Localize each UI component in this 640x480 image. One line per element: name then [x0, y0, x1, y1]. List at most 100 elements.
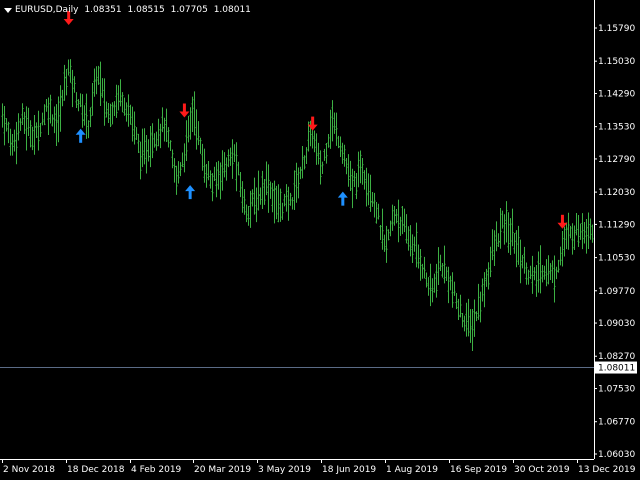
- time-tick-label: 2 Nov 2018: [3, 465, 55, 475]
- price-bar: [383, 234, 386, 252]
- price-bar: [341, 142, 344, 164]
- price-bar: [253, 177, 256, 215]
- price-bar: [191, 96, 194, 133]
- price-bar: [551, 260, 554, 283]
- price-bar: [301, 146, 304, 179]
- price-bar: [49, 94, 52, 124]
- price-bar: [61, 89, 64, 107]
- price-bar: [231, 139, 234, 179]
- price-bar: [549, 263, 552, 281]
- price-bar: [111, 102, 114, 125]
- price-bar: [167, 127, 170, 148]
- price-bar: [421, 263, 424, 279]
- price-tick-label: 1.06030: [598, 450, 635, 460]
- price-bar: [501, 210, 504, 229]
- price-bar: [447, 266, 450, 304]
- price-bar: [259, 187, 262, 205]
- price-bar: [353, 170, 356, 188]
- price-tick-label: 1.10530: [598, 254, 635, 264]
- price-bar: [573, 225, 576, 250]
- price-bar: [107, 103, 110, 124]
- chart-window[interactable]: 1.15790 1.15030 1.14290 1.13530 1.12790 1.120…: [0, 0, 640, 480]
- price-bar: [179, 162, 182, 177]
- price-bar: [91, 82, 94, 116]
- price-bar: [37, 110, 40, 151]
- price-bar: [45, 98, 48, 112]
- price-bar: [425, 272, 428, 288]
- price-bar: [543, 265, 546, 280]
- price-tick-label: 1.13530: [598, 123, 635, 133]
- price-bars: [1, 59, 594, 351]
- open-value: 1.08351: [84, 5, 122, 15]
- price-bar: [165, 108, 168, 142]
- symbol-info-bar: EURUSD,Daily 1.08351 1.08515 1.07705 1.0…: [4, 3, 254, 17]
- price-bar: [329, 109, 332, 149]
- price-bar: [125, 102, 128, 122]
- arrow-down-icon: [179, 103, 190, 118]
- price-bar: [139, 141, 142, 180]
- price-bar: [129, 104, 132, 125]
- price-bar: [297, 167, 300, 199]
- price-bar: [429, 263, 432, 307]
- price-bar: [547, 255, 550, 285]
- price-bar: [121, 92, 124, 113]
- price-bar: [457, 298, 460, 321]
- price-bar: [285, 184, 288, 212]
- price-tick-label: 1.11290: [598, 220, 635, 230]
- price-bar: [419, 248, 422, 281]
- price-bar: [67, 59, 70, 76]
- price-bar: [119, 79, 122, 107]
- price-bar: [177, 161, 180, 184]
- price-bar: [405, 214, 408, 244]
- price-bar: [439, 254, 442, 271]
- price-bar: [511, 208, 514, 247]
- chart-canvas[interactable]: 1.15790 1.15030 1.14290 1.13530 1.12790 1.120…: [0, 0, 640, 480]
- price-bar: [495, 221, 498, 252]
- price-bar: [417, 244, 420, 269]
- price-bar: [171, 149, 174, 169]
- price-bar: [303, 155, 306, 170]
- price-tick-label: 1.15790: [598, 24, 635, 34]
- price-bar: [55, 104, 58, 146]
- price-bar: [565, 222, 568, 250]
- price-bar: [407, 226, 410, 251]
- time-tick-label: 13 Dec 2019: [578, 465, 636, 475]
- price-bar: [541, 265, 544, 283]
- price-bar: [397, 199, 400, 243]
- price-bar: [211, 173, 214, 202]
- price-bar: [483, 272, 486, 308]
- price-bar: [509, 218, 512, 256]
- price-bar: [99, 61, 102, 107]
- price-bar: [127, 94, 130, 127]
- price-bar: [459, 294, 462, 318]
- price-bar: [219, 162, 222, 200]
- price-bar: [545, 259, 548, 287]
- price-bar: [467, 298, 470, 337]
- price-bar: [161, 107, 164, 133]
- price-tick-label: 1.09030: [598, 319, 635, 329]
- price-bar: [209, 170, 212, 189]
- price-bar: [313, 130, 316, 153]
- price-bar: [183, 143, 186, 173]
- price-bar: [95, 66, 98, 95]
- price-bar: [141, 128, 144, 168]
- chart-menu-triangle-icon[interactable]: [4, 7, 12, 13]
- price-bar: [359, 150, 362, 184]
- price-bar: [113, 101, 116, 116]
- price-bar: [471, 308, 474, 351]
- price-bar: [319, 150, 322, 185]
- time-tick-label: 18 Jun 2019: [322, 465, 376, 475]
- price-bar: [147, 139, 150, 162]
- price-bar: [493, 230, 496, 267]
- arrow-down-icon: [557, 214, 568, 229]
- price-bar: [591, 224, 594, 243]
- price-bar: [1, 103, 4, 128]
- price-bar: [21, 103, 24, 125]
- price-bar: [561, 230, 564, 267]
- price-bar: [257, 170, 260, 211]
- price-bar: [579, 223, 582, 240]
- price-bar: [97, 65, 100, 85]
- price-bar: [589, 218, 592, 240]
- price-tick-label: 1.07530: [598, 385, 635, 395]
- symbol-timeframe: EURUSD,Daily: [15, 5, 79, 15]
